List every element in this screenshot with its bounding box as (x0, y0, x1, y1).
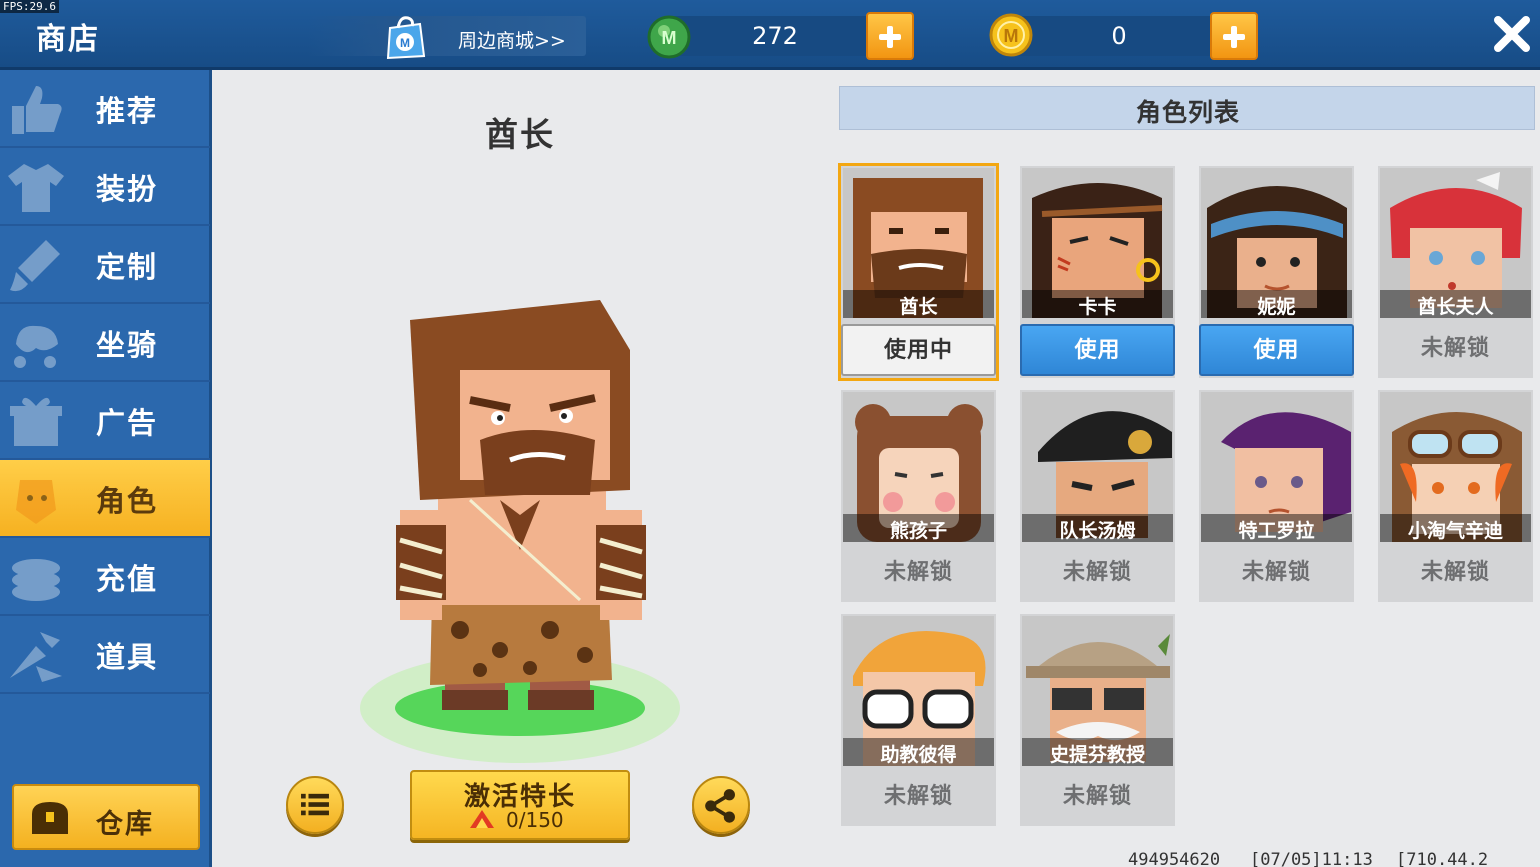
date-stamp: [07/05]11:13 (1250, 850, 1373, 867)
sidebar-item-label: 充值 (96, 562, 159, 596)
treasure-chest-icon (32, 802, 68, 834)
use-button[interactable]: 使用 (1199, 324, 1354, 376)
brush-icon (10, 240, 60, 292)
character-card-cindy[interactable]: 小淘气辛迪 未解锁 (1378, 390, 1533, 602)
sidebar-item-items[interactable]: 道具 (0, 616, 210, 694)
thumbs-up-icon (12, 86, 62, 134)
character-preview-model[interactable] (350, 290, 690, 770)
sidebar-item-label: 坐骑 (96, 328, 159, 362)
mini-coin-count: 272 (752, 22, 798, 50)
character-card-kaka[interactable]: 卡卡 使用 (1020, 166, 1175, 378)
selected-character-name: 酋长 (485, 115, 555, 154)
shopping-bag-icon[interactable]: M (384, 14, 426, 60)
activate-skill-button[interactable]: 激活特长 0/150 (410, 770, 630, 840)
sidebar-item-recommend[interactable]: 推荐 (0, 70, 210, 148)
svg-text:M: M (662, 28, 677, 48)
character-name: 熊孩子 (889, 520, 947, 542)
list-icon (301, 793, 329, 816)
character-name: 助教彼得 (880, 744, 957, 766)
character-list-header: 角色列表 (839, 86, 1535, 130)
locked-label: 未解锁 (1199, 548, 1354, 600)
sidebar-item-label: 定制 (96, 250, 159, 284)
fps-counter: FPS:29.6 (0, 0, 59, 13)
warehouse-button[interactable]: 仓库 (12, 784, 200, 850)
locked-label: 未解锁 (1378, 324, 1533, 376)
sidebar-item-mount[interactable]: 坐骑 (0, 304, 210, 382)
character-card-chief-wife[interactable]: 酋长夫人 未解锁 (1378, 166, 1533, 378)
list-menu-button[interactable] (286, 776, 344, 834)
svg-text:M: M (400, 36, 410, 50)
sidebar-item-label: 道具 (96, 640, 159, 674)
add-mini-coin-button[interactable] (866, 12, 914, 60)
character-name: 特工罗拉 (1238, 520, 1315, 542)
use-button[interactable]: 使用 (1020, 324, 1175, 376)
sidebar-item-custom[interactable]: 定制 (0, 226, 210, 304)
warehouse-label: 仓库 (96, 809, 154, 840)
sidebar-item-label: 广告 (96, 406, 159, 440)
sidebar-item-character[interactable]: 角色 (0, 460, 210, 538)
character-icon (16, 480, 56, 524)
page-title: 商店 (36, 22, 100, 57)
svg-text:M: M (1004, 26, 1019, 46)
character-name: 酋长夫人 (1417, 296, 1494, 318)
sidebar-item-recharge[interactable]: 充值 (0, 538, 210, 616)
character-card-bear-kid[interactable]: 熊孩子 未解锁 (841, 390, 996, 602)
coins-icon (12, 559, 60, 601)
character-card-captain-tom[interactable]: 队长汤姆 未解锁 (1020, 390, 1175, 602)
mini-coin-icon: M (647, 15, 691, 59)
character-name: 卡卡 (1078, 296, 1117, 318)
locked-label: 未解锁 (1020, 772, 1175, 824)
character-name: 队长汤姆 (1059, 520, 1136, 542)
gold-coin-count: 0 (1111, 22, 1127, 50)
character-name: 史提芬教授 (1049, 744, 1145, 766)
locked-label: 未解锁 (841, 548, 996, 600)
character-name: 妮妮 (1257, 296, 1296, 318)
character-list-title: 角色列表 (1135, 98, 1240, 127)
gift-icon (10, 397, 62, 446)
user-id: 494954620 (1128, 850, 1221, 867)
character-card-agent-laura[interactable]: 特工罗拉 未解锁 (1199, 390, 1354, 602)
activate-skill-progress: 0/150 (506, 808, 564, 832)
sidebar-item-label: 推荐 (96, 94, 159, 128)
share-button[interactable] (692, 776, 750, 834)
gold-coin-icon: M (989, 13, 1033, 57)
sidebar-item-ads[interactable]: 广告 (0, 382, 210, 460)
character-card-professor-steven[interactable]: 史提芬教授 未解锁 (1020, 614, 1175, 826)
locked-label: 未解锁 (841, 772, 996, 824)
top-bar: 商店 M 周边商城>> M 272 M 0 (0, 0, 1540, 70)
share-icon (705, 789, 735, 823)
fragment-icon (470, 810, 494, 828)
close-icon[interactable] (1490, 12, 1534, 56)
in-use-button[interactable]: 使用中 (841, 324, 996, 376)
store-link-label[interactable]: 周边商城>> (458, 26, 566, 53)
character-name: 小淘气辛迪 (1407, 520, 1503, 542)
sidebar-item-label: 装扮 (96, 172, 159, 206)
locked-label: 未解锁 (1020, 548, 1175, 600)
character-name: 酋长 (899, 296, 938, 318)
shirt-icon (8, 164, 64, 212)
character-card-peter[interactable]: 助教彼得 未解锁 (841, 614, 996, 826)
sidebar-item-label: 角色 (96, 484, 159, 518)
tools-icon (10, 632, 62, 682)
version-stamp: [710.44.2 (1396, 850, 1489, 867)
add-gold-coin-button[interactable] (1210, 12, 1258, 60)
sidebar: 推荐 装扮 定制 坐骑 广告 角色 充值 道具 仓库 (0, 70, 212, 867)
character-card-chief[interactable]: 酋长 使用中 (838, 163, 999, 381)
character-card-nini[interactable]: 妮妮 使用 (1199, 166, 1354, 378)
locked-label: 未解锁 (1378, 548, 1533, 600)
mount-icon (14, 325, 58, 368)
sidebar-item-outfit[interactable]: 装扮 (0, 148, 210, 226)
